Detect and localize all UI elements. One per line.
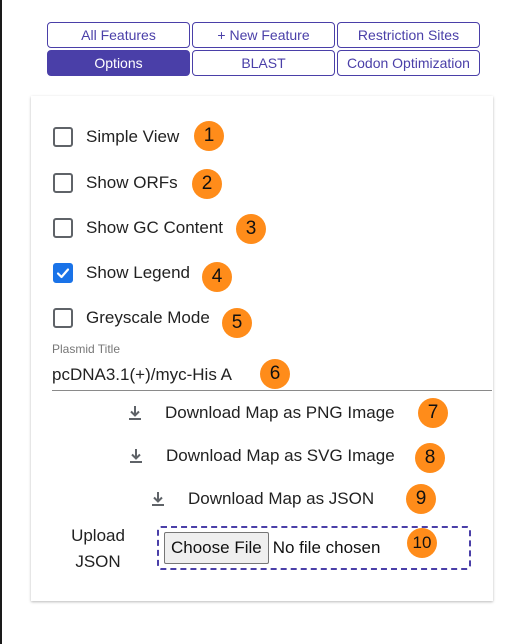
option-show-orfs[interactable]: Show ORFs: [53, 173, 178, 193]
download-json-label: Download Map as JSON: [188, 489, 375, 508]
simple-view-checkbox[interactable]: [53, 127, 73, 147]
tab-bar: All Features + New Feature Restriction S…: [47, 22, 481, 78]
tab-restriction-sites[interactable]: Restriction Sites: [337, 22, 480, 48]
callout-badge-6: 6: [260, 359, 290, 389]
callout-badge-7: 7: [418, 398, 448, 428]
show-legend-label: Show Legend: [86, 263, 190, 282]
tab-row-1: All Features + New Feature Restriction S…: [47, 22, 481, 48]
callout-badge-4: 4: [202, 262, 232, 292]
greyscale-mode-checkbox[interactable]: [53, 308, 73, 328]
checkmark-icon: [56, 268, 70, 279]
tab-blast[interactable]: BLAST: [192, 50, 335, 76]
show-legend-checkbox[interactable]: [53, 263, 73, 283]
tab-codon-optimization[interactable]: Codon Optimization: [337, 50, 480, 76]
callout-badge-2: 2: [192, 169, 222, 199]
download-icon: [126, 446, 146, 466]
tab-new-feature[interactable]: + New Feature: [192, 22, 335, 48]
callout-badge-10: 10: [407, 528, 437, 558]
option-show-gc-content[interactable]: Show GC Content: [53, 218, 223, 238]
options-panel: Simple View 1 Show ORFs 2 Show GC Conten…: [31, 96, 493, 601]
file-status-text: No file chosen: [272, 538, 381, 557]
simple-view-label: Simple View: [86, 127, 180, 146]
upload-json-label: Upload JSON: [65, 523, 131, 575]
tab-row-2: Options BLAST Codon Optimization: [47, 50, 481, 76]
show-orfs-checkbox[interactable]: [53, 173, 73, 193]
show-orfs-label: Show ORFs: [86, 173, 178, 192]
tab-all-features[interactable]: All Features: [47, 22, 190, 48]
plasmid-title-label: Plasmid Title: [52, 342, 121, 356]
greyscale-mode-label: Greyscale Mode: [86, 308, 210, 327]
show-gc-content-checkbox[interactable]: [53, 218, 73, 238]
callout-badge-1: 1: [194, 121, 224, 151]
window-left-edge: [0, 0, 2, 644]
download-icon: [148, 489, 168, 509]
download-svg-label: Download Map as SVG Image: [166, 446, 395, 465]
download-icon: [125, 403, 145, 423]
download-png-button[interactable]: Download Map as PNG Image: [125, 403, 395, 423]
option-greyscale-mode[interactable]: Greyscale Mode: [53, 308, 210, 328]
upload-label-line1: Upload: [71, 526, 125, 545]
upload-label-line2: JSON: [75, 552, 121, 571]
callout-badge-9: 9: [406, 484, 436, 514]
tab-options[interactable]: Options: [47, 50, 190, 76]
choose-file-button[interactable]: Choose File: [164, 532, 269, 564]
download-png-label: Download Map as PNG Image: [165, 403, 395, 422]
download-svg-button[interactable]: Download Map as SVG Image: [126, 446, 395, 466]
download-json-button[interactable]: Download Map as JSON: [148, 489, 374, 509]
option-simple-view[interactable]: Simple View: [53, 127, 179, 147]
callout-badge-8: 8: [415, 443, 445, 473]
option-show-legend[interactable]: Show Legend: [53, 263, 190, 283]
callout-badge-5: 5: [222, 308, 252, 338]
callout-badge-3: 3: [236, 214, 266, 244]
show-gc-content-label: Show GC Content: [86, 218, 224, 237]
